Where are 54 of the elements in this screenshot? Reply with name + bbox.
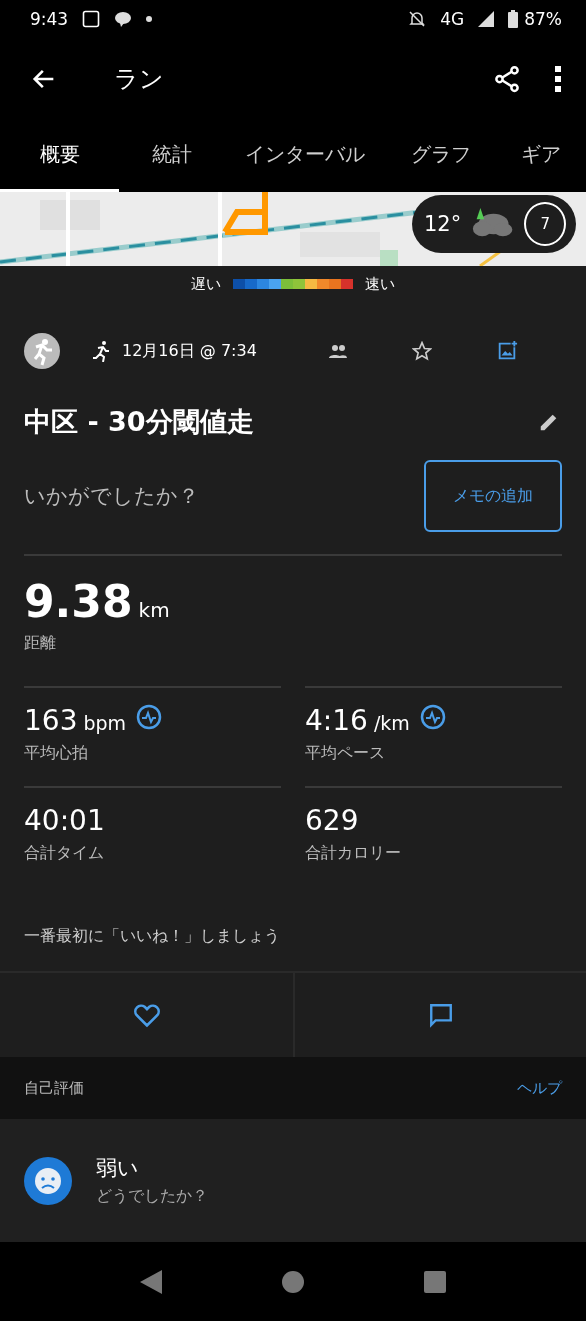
activity-title: 中区 - 30分閾値走 bbox=[24, 405, 254, 439]
activity-date: 12月16日 @ 7:34 bbox=[122, 340, 257, 362]
add-photo-icon[interactable] bbox=[496, 340, 518, 362]
sad-face-icon bbox=[24, 1156, 72, 1205]
like-prompt: 一番最初に「いいね！」しましょう bbox=[23, 925, 281, 947]
section-header: 自己評価 bbox=[24, 1078, 84, 1098]
screen-title: ラン bbox=[114, 64, 165, 95]
stat-label: 合計タイム bbox=[24, 843, 105, 864]
heart-rate-chart-icon[interactable] bbox=[419, 704, 446, 730]
heart-icon[interactable] bbox=[132, 1002, 161, 1028]
chat-icon bbox=[114, 11, 133, 27]
legend-label: 速い bbox=[365, 274, 395, 294]
dot-icon bbox=[146, 16, 153, 22]
stat-unit: /km bbox=[373, 712, 410, 734]
recents-nav-icon[interactable] bbox=[424, 1270, 446, 1293]
status-time: 9:43 bbox=[30, 9, 69, 29]
tab[interactable]: グラフ bbox=[385, 120, 496, 192]
home-nav-icon[interactable] bbox=[282, 1270, 304, 1293]
tab[interactable]: インターバル bbox=[223, 120, 386, 192]
feeling-prompt: いかがでしたか？ bbox=[24, 483, 199, 510]
add-note-button[interactable]: メモの追加 bbox=[424, 460, 562, 532]
help-link[interactable]: ヘルプ bbox=[517, 1078, 562, 1098]
star-icon[interactable] bbox=[412, 341, 432, 361]
muted-bell-icon bbox=[408, 10, 427, 28]
stat-label: 平均心拍 bbox=[24, 743, 89, 764]
heart-rate-chart-icon[interactable] bbox=[136, 704, 163, 730]
stat-value: 163 bbox=[24, 704, 78, 737]
stat-value: 40:01 bbox=[24, 804, 105, 837]
runner-avatar-icon bbox=[24, 333, 60, 369]
stat-value: 629 bbox=[305, 804, 359, 837]
wind-indicator: 7 bbox=[524, 202, 566, 246]
tab[interactable]: 統計 bbox=[119, 120, 224, 192]
stat-value: 4:16 bbox=[305, 704, 368, 737]
comment-icon[interactable] bbox=[427, 1002, 454, 1028]
stat-label: 合計カロリー bbox=[305, 843, 402, 864]
back-nav-icon[interactable] bbox=[140, 1269, 162, 1294]
distance-value: 9.38 bbox=[24, 576, 133, 627]
stat-label: 平均ペース bbox=[305, 743, 386, 764]
network-type: 4G bbox=[440, 9, 465, 29]
battery-level: 87% bbox=[524, 9, 562, 29]
rating-question: どうでしたか？ bbox=[96, 1186, 208, 1207]
temperature: 12° bbox=[424, 212, 462, 236]
signal-icon bbox=[478, 11, 495, 27]
stat-unit: bpm bbox=[83, 712, 127, 734]
running-icon bbox=[90, 340, 112, 362]
distance-unit: km bbox=[138, 598, 170, 622]
calendar-icon bbox=[82, 10, 101, 28]
battery-icon bbox=[508, 10, 519, 28]
stat-label: 距離 bbox=[24, 633, 57, 654]
tab[interactable]: ギア bbox=[495, 120, 586, 192]
legend-label: 遅い bbox=[191, 274, 221, 294]
rating-label: 弱い bbox=[96, 1155, 140, 1182]
people-icon[interactable] bbox=[328, 344, 348, 358]
more-icon[interactable] bbox=[554, 65, 562, 93]
